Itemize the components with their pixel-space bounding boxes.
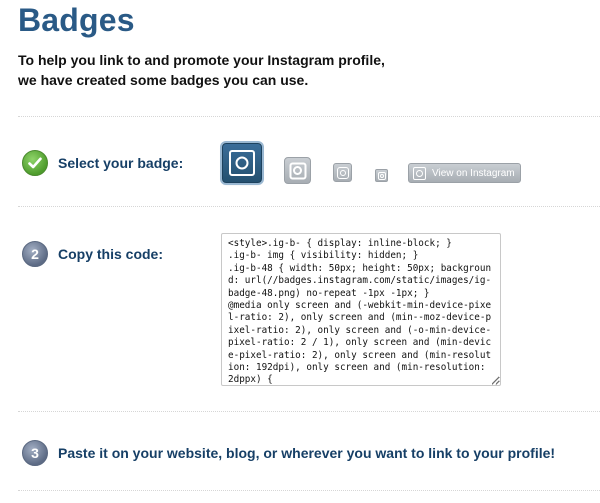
embed-code-textarea[interactable]: <style>.ig-b- { display: inline-block; }… [221,233,501,386]
checkmark-icon [22,150,48,176]
camera-icon [336,166,349,179]
view-on-instagram-badge[interactable]: View on Instagram [408,163,521,183]
camera-icon [289,162,306,179]
camera-icon [377,171,386,180]
camera-icon [413,166,426,180]
instagram-badge-tiny[interactable] [375,169,388,182]
step-3-number: 3 [22,440,48,466]
instagram-badge-small[interactable] [333,163,352,182]
page-title: Badges [18,2,135,38]
checkmark-glyph [28,157,42,169]
instagram-badge-large[interactable] [222,143,262,183]
divider [18,490,600,492]
step-2-number: 2 [22,241,48,267]
camera-icon [229,150,255,176]
intro-line-1: To help you link to and promote your Ins… [18,52,385,68]
intro-text: To help you link to and promote your Ins… [18,50,488,90]
step-1-label: Select your badge: [58,155,184,171]
resize-grip-icon[interactable] [492,377,500,385]
badges-page: Badges To help you link to and promote y… [0,0,600,503]
step-2-label: Copy this code: [58,246,164,262]
instagram-badge-medium[interactable] [284,157,311,184]
divider [18,116,600,118]
step-3-label: Paste it on your website, blog, or where… [58,445,556,461]
view-on-instagram-label: View on Instagram [432,167,515,179]
divider [18,411,600,413]
divider [18,206,600,208]
intro-line-2: we have created some badges you can use. [18,72,309,88]
